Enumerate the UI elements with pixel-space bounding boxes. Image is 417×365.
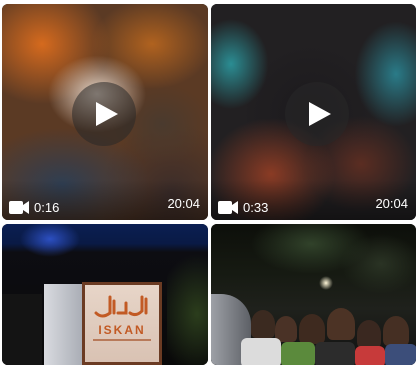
video-camera-icon [218,201,238,214]
video-camera-icon [9,201,29,214]
play-button[interactable] [72,82,136,146]
play-button[interactable] [285,82,349,146]
play-icon [308,102,331,126]
video-duration-text: 0:33 [243,200,269,215]
media-tile-video-2[interactable]: 0:33 20:04 [211,4,416,220]
video-timestamp: 20:04 [167,196,200,211]
play-icon [95,102,118,126]
video-timestamp: 20:04 [375,196,408,211]
media-tile-photo-1[interactable]: ISKAN [2,224,208,365]
sign-board: ISKAN [82,282,162,365]
media-gallery-grid: 0:16 20:04 0:33 20:04 ISKAN [0,0,417,365]
media-tile-photo-2[interactable] [211,224,416,365]
video-duration: 0:16 [9,200,59,215]
arabic-logo [94,295,148,318]
video-duration-text: 0:16 [34,200,60,215]
video-duration: 0:33 [218,200,268,215]
media-tile-video-1[interactable]: 0:16 20:04 [2,4,208,220]
sign-text: ISKAN [98,323,146,337]
